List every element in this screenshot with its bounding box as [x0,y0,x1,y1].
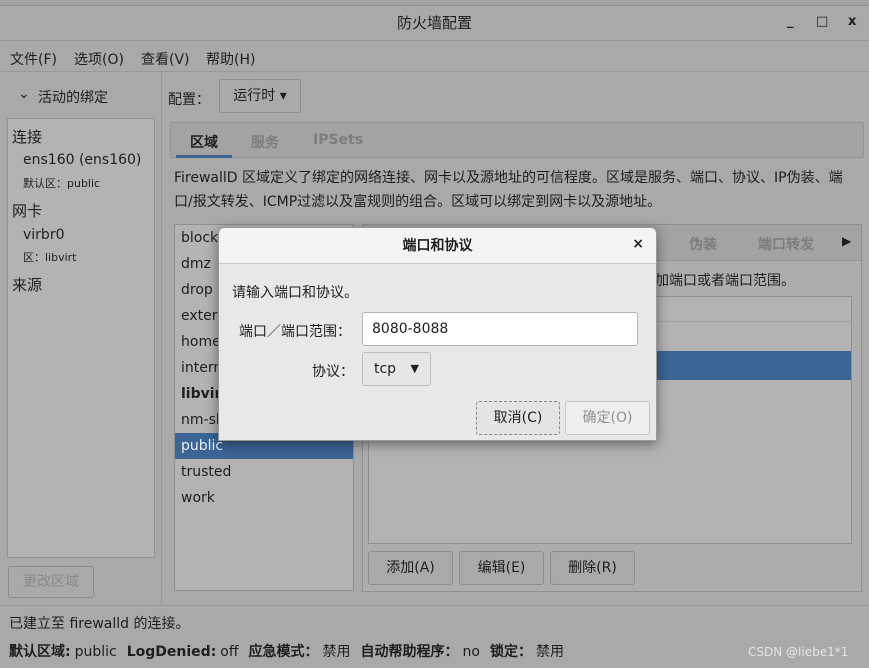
tab-ipsets[interactable]: IPSets [313,132,363,148]
config-dropdown[interactable]: 运行时 ▾ [219,79,301,113]
status-key: 应急模式： [248,644,319,660]
menu-file[interactable]: 文件(F) [10,49,57,69]
status-key: 锁定： [489,644,532,660]
port-hint: 加端口或者端口范围。 [655,273,795,289]
config-label: 配置： [168,92,210,108]
window-title: 防火墙配置 [396,14,472,32]
tab-active-indicator [176,155,232,158]
interface-zone: 区：libvirt [23,251,77,264]
connection-item[interactable]: ens160 (ens160) [23,152,141,168]
status-value: 禁用 [322,644,351,660]
connection-zone: 默认区：public [23,177,101,190]
status-items: 默认区域: public LogDenied: off 应急模式： 禁用 自动帮助程序： no… [9,641,574,661]
subtab-port-forward[interactable]: 端口转发 [758,234,814,254]
watermark: CSDN @liebe1*1 [748,645,849,659]
section-sources: 来源 [12,276,43,294]
port-input[interactable]: 8080-8088 [362,312,638,346]
zone-item-trusted[interactable]: trusted [175,459,353,485]
sidebar-header[interactable]: 活动的绑定 [38,87,108,107]
close-button[interactable]: x [848,14,856,29]
section-interfaces: 网卡 [12,202,43,220]
status-key: 自动帮助程序： [360,644,459,660]
connection-status: 已建立至 firewalld 的连接。 [9,616,190,632]
minimize-button[interactable]: _ [787,14,794,29]
status-key: 默认区域: [9,644,71,660]
scroll-right-arrow-icon[interactable]: ▶ [842,234,851,248]
menu-options[interactable]: 选项(O) [74,49,124,69]
zone-item-work[interactable]: work [175,485,353,511]
tab-zones[interactable]: 区域 [190,132,218,152]
section-connections: 连接 [12,128,43,146]
interface-item[interactable]: virbr0 [23,227,64,243]
ok-button[interactable]: 确定(O) [565,401,650,435]
subtab-masquerade[interactable]: 伪装 [689,234,717,254]
port-label: 端口／端口范围： [239,324,351,340]
edit-button[interactable]: 编辑(E) [459,551,544,585]
protocol-value: tcp [374,361,397,377]
status-value: no [462,644,480,660]
dialog-close-icon[interactable]: × [632,236,644,252]
add-button[interactable]: 添加(A) [368,551,453,585]
protocol-dropdown[interactable]: tcp ▼ [362,352,431,386]
chevron-down-icon[interactable]: ⌄ [18,86,30,102]
port-protocol-dialog: 端口和协议 × 请输入端口和协议。 端口／端口范围： 8080-8088 协议：… [218,227,657,441]
remove-button[interactable]: 删除(R) [550,551,635,585]
change-zone-button[interactable]: 更改区域 [8,566,94,598]
cancel-button[interactable]: 取消(C) [476,401,560,435]
title-bar: 防火墙配置 [0,5,869,41]
menu-view[interactable]: 查看(V) [141,49,190,69]
menu-bar: 文件(F) 选项(O) 查看(V) 帮助(H) [0,42,869,72]
menu-help[interactable]: 帮助(H) [206,49,255,69]
status-key: LogDenied: [126,644,217,660]
maximize-button[interactable]: □ [816,14,828,29]
tab-services[interactable]: 服务 [251,132,279,152]
status-value: 禁用 [535,644,564,660]
dialog-prompt: 请输入端口和协议。 [232,285,358,301]
protocol-label: 协议： [312,364,354,380]
config-value: 运行时 [233,88,276,104]
dialog-title: 端口和协议 [219,228,656,264]
status-value: off [220,644,239,660]
zone-description: FirewallD 区域定义了绑定的网络连接、网卡以及源地址的可信程度。区域是服… [174,170,843,210]
status-value: public [74,644,117,660]
chevron-down-icon: ▼ [410,362,419,375]
